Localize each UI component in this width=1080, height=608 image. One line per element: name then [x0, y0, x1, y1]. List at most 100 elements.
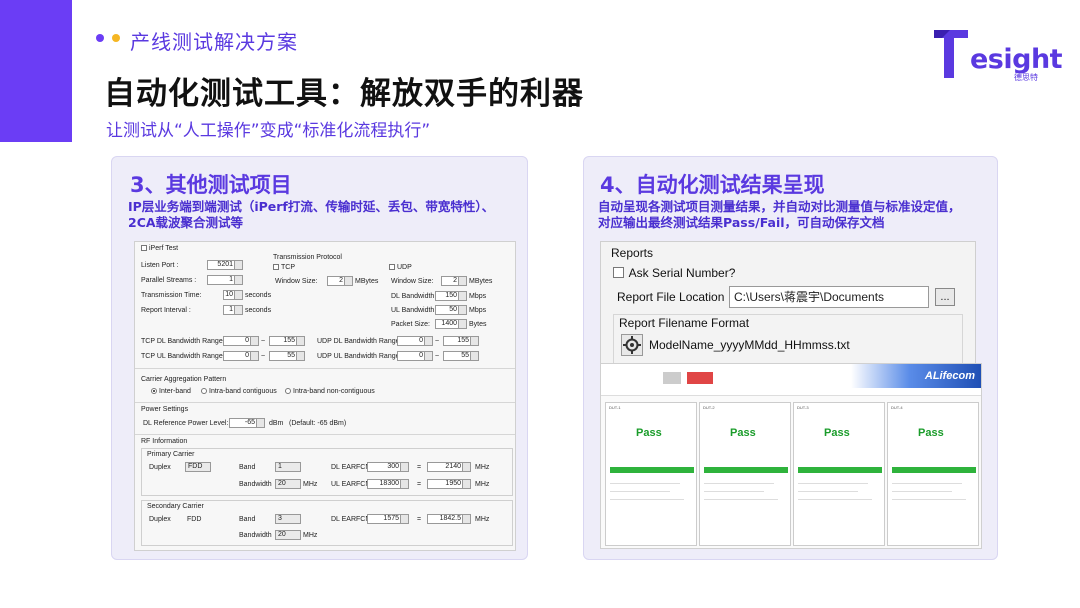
secondary-band-select[interactable]: 3 [275, 514, 301, 524]
panel-description-line2: 2CA载波聚合测试等 [128, 215, 244, 230]
panel-title: 3、其他测试项目 [130, 173, 292, 197]
intra-contiguous-radio[interactable]: Intra-band contiguous [201, 388, 277, 395]
mhz-unit: MHz [303, 532, 318, 539]
tcp-ul-min-spinner[interactable]: 0 [223, 351, 259, 361]
iperf-test-label: iPerf Test [149, 245, 179, 252]
udp-window-size-spinner[interactable]: 2 [441, 276, 467, 286]
tcp-dl-max-spinner[interactable]: 155 [269, 336, 305, 346]
report-interval-label: Report Interval : [141, 307, 191, 314]
section-kicker: 产线测试解决方案 [130, 30, 298, 54]
progress-bar [892, 467, 976, 473]
range-tilde: ~ [435, 338, 440, 345]
band-label: Band [239, 516, 256, 523]
page-title: 自动化测试工具：解放双手的利器 [104, 76, 584, 112]
browse-button[interactable]: ... [935, 288, 955, 306]
tcp-checkbox[interactable]: TCP [273, 264, 295, 271]
report-interval-spinner[interactable]: 1 [223, 305, 243, 315]
pause-button[interactable] [663, 372, 681, 384]
dl-bandwidth-spinner[interactable]: 150 [435, 291, 467, 301]
equals-sign: = [417, 464, 422, 471]
tcp-label: TCP [281, 264, 295, 271]
reports-settings-screenshot: Reports Ask Serial Number? Report File L… [600, 241, 976, 369]
udp-ul-max-spinner[interactable]: 55 [443, 351, 479, 361]
udp-mbytes-unit: MBytes [469, 278, 493, 285]
alifecom-brand: ALifecom [851, 364, 981, 388]
secondary-dl-freq-spinner[interactable]: 1842.5 [427, 514, 471, 524]
logo-chinese-name: 德思特 [1014, 73, 1038, 82]
tesight-logo: esight 德思特 [932, 26, 1063, 82]
udp-dl-max-spinner[interactable]: 155 [443, 336, 479, 346]
filename-format-label: Report Filename Format [619, 316, 750, 330]
parallel-streams-spinner[interactable]: 1 [207, 275, 243, 285]
udp-checkbox[interactable]: UDP [389, 264, 412, 271]
tcp-dl-min-spinner[interactable]: 0 [223, 336, 259, 346]
accent-bar [0, 0, 72, 142]
primary-dl-earfcn-spinner[interactable]: 300 [367, 462, 409, 472]
listen-port-label: Listen Port : [141, 262, 179, 269]
intra-contiguous-label: Intra-band contiguous [209, 388, 277, 395]
primary-duplex-select[interactable]: FDD [185, 462, 211, 472]
bandwidth-label: Bandwidth [239, 532, 272, 539]
range-tilde: ~ [261, 338, 266, 345]
iperf-test-checkbox[interactable]: iPerf Test [141, 245, 178, 252]
dl-ref-power-spinner[interactable]: -65 [229, 418, 265, 428]
ul-bandwidth-spinner[interactable]: 50 [435, 305, 467, 315]
panel-result-display: 4、自动化测试结果呈现 自动呈现各测试项目测量结果，并自动对比测量值与标准设定值… [583, 156, 998, 560]
range-tilde: ~ [261, 353, 266, 360]
udp-dl-min-spinner[interactable]: 0 [397, 336, 433, 346]
primary-bandwidth-select[interactable]: 20 [275, 479, 301, 489]
panel-other-tests: 3、其他测试项目 IP层业务端到端测试（iPerf打流、传输时延、丢包、带宽特性… [111, 156, 528, 560]
equals-sign: = [417, 516, 422, 523]
divider [135, 368, 515, 369]
dut-name: DUT-1 [609, 405, 621, 410]
results-toolbar: ALifecom [601, 364, 981, 396]
reports-label: Reports [611, 246, 654, 260]
ask-serial-checkbox[interactable]: Ask Serial Number? [613, 266, 735, 280]
logo-wordmark: esight [970, 44, 1063, 75]
progress-bar [704, 467, 788, 473]
dbm-unit: dBm [269, 420, 284, 427]
bullet-dot-yellow [112, 34, 120, 42]
divider [135, 402, 515, 403]
inter-band-radio[interactable]: Inter-band [151, 388, 191, 395]
primary-ul-freq-spinner[interactable]: 1950 [427, 479, 471, 489]
dut-result: Pass [824, 427, 850, 439]
panel-description-line2: 对应输出最终测试结果Pass/Fail，可自动保存文档 [598, 215, 885, 230]
filename-format-value: ModelName_yyyyMMdd_HHmmss.txt [649, 338, 850, 352]
tcp-window-size-spinner[interactable]: 2 [327, 276, 353, 286]
packet-size-spinner[interactable]: 1400 [435, 319, 467, 329]
dut-card: DUT-2 Pass [699, 402, 791, 546]
equals-sign: = [417, 481, 422, 488]
test-results-screenshot: ALifecom DUT-1 Pass DUT-2 Pass DUT-3 Pas… [600, 363, 982, 549]
packet-size-label: Packet Size: [391, 321, 430, 328]
transmission-time-spinner[interactable]: 10 [223, 290, 243, 300]
dut-name: DUT-2 [703, 405, 715, 410]
file-location-label: Report File Location [617, 290, 725, 304]
primary-band-select[interactable]: 1 [275, 462, 301, 472]
log-line [892, 499, 966, 500]
secondary-dl-earfcn-spinner[interactable]: 1575 [367, 514, 409, 524]
log-line [610, 491, 670, 492]
udp-ul-min-spinner[interactable]: 0 [397, 351, 433, 361]
log-line [798, 499, 872, 500]
intra-noncontiguous-radio[interactable]: Intra-band non-contiguous [285, 388, 375, 395]
dut-name: DUT-3 [797, 405, 809, 410]
band-label: Band [239, 464, 256, 471]
primary-dl-freq-spinner[interactable]: 2140 [427, 462, 471, 472]
primary-ul-earfcn-spinner[interactable]: 18300 [367, 479, 409, 489]
seconds-unit: seconds [245, 307, 272, 314]
dut-name: DUT-4 [891, 405, 903, 410]
gear-icon[interactable] [621, 334, 643, 356]
mhz-unit: MHz [475, 481, 490, 488]
dut-result: Pass [730, 427, 756, 439]
panel-description-line1: 自动呈现各测试项目测量结果，并自动对比测量值与标准设定值， [598, 199, 961, 214]
inter-band-label: Inter-band [159, 388, 191, 395]
secondary-bandwidth-select[interactable]: 20 [275, 530, 301, 540]
stop-button[interactable] [687, 372, 713, 384]
ul-bandwidth-label: UL Bandwidth [391, 307, 435, 314]
listen-port-spinner[interactable]: 5201 [207, 260, 243, 270]
dut-result: Pass [636, 427, 662, 439]
dut-result: Pass [918, 427, 944, 439]
tcp-ul-max-spinner[interactable]: 55 [269, 351, 305, 361]
file-location-input[interactable]: C:\Users\蒋震宇\Documents [729, 286, 929, 308]
